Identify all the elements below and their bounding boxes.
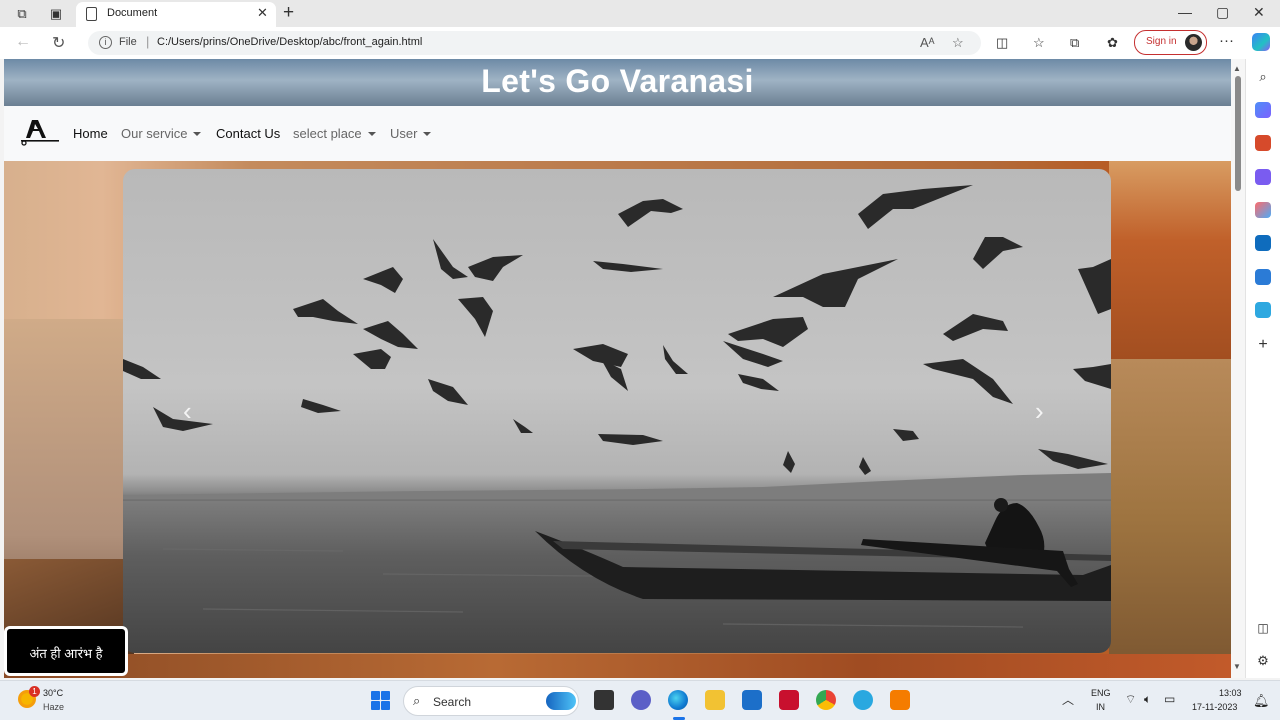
profile-avatar (1185, 34, 1202, 51)
file-explorer-icon[interactable] (705, 690, 725, 710)
wifi-icon[interactable]: ⌔ (1125, 692, 1136, 707)
chevron-down-icon (423, 132, 432, 136)
info-icon[interactable]: i (99, 36, 112, 49)
tab-actions-icon[interactable]: ▣ (47, 5, 65, 23)
url-separator: | (146, 34, 150, 49)
drop-icon[interactable] (1255, 302, 1271, 318)
hide-sidebar-icon[interactable]: ◫ (1255, 620, 1271, 636)
tab-title: Document (107, 7, 158, 19)
nav-our-service-label: Our service (121, 126, 188, 141)
sign-in-label: Sign in (1146, 36, 1177, 47)
back-icon[interactable]: ← (15, 33, 31, 51)
close-window-icon[interactable]: ✕ (1253, 4, 1265, 21)
taskbar-search-label: Search (433, 695, 472, 709)
extensions-icon[interactable]: ✿ (1107, 35, 1118, 51)
nav-select-place[interactable]: select place (293, 126, 376, 141)
address-toolbar: ← ↻ i File | C:/Users/prins/OneDrive/Des… (0, 27, 1280, 59)
teams-chat-icon[interactable] (631, 690, 651, 710)
taskbar-search[interactable]: ⌕ Search (403, 686, 579, 716)
quote-badge: अंत ही आरंभ है (4, 626, 128, 676)
search-icon[interactable]: ⌕ (1255, 69, 1271, 85)
chevron-down-icon (367, 132, 376, 136)
carousel-next-button[interactable]: › (1035, 396, 1044, 427)
sidebar-settings-gear-icon[interactable]: ⚙ (1255, 653, 1271, 669)
background-river-right (1109, 359, 1231, 678)
tools-icon[interactable] (1255, 135, 1271, 151)
search-icon: ⌕ (413, 693, 421, 708)
edge-app-icon[interactable] (668, 690, 688, 710)
carousel-slide-image (123, 185, 1111, 628)
nav-our-service[interactable]: Our service (121, 126, 202, 141)
hero-banner: Let's Go Varanasi (4, 59, 1231, 106)
site-navbar: Home Our service Contact Us select place… (4, 106, 1231, 161)
favorites-icon[interactable]: ☆ (1033, 35, 1045, 51)
task-view-icon[interactable] (594, 690, 614, 710)
weather-badge: 1 (29, 686, 40, 697)
document-icon (86, 7, 97, 21)
url-scheme: File (119, 36, 137, 48)
chevron-down-icon (193, 132, 202, 136)
close-tab-icon[interactable]: ✕ (257, 5, 268, 21)
background-ghats-right (1109, 161, 1231, 361)
url-text[interactable]: C:/Users/prins/OneDrive/Desktop/abc/fron… (157, 36, 422, 48)
minimize-icon[interactable]: — (1178, 4, 1192, 20)
scroll-thumb[interactable] (1235, 76, 1241, 191)
refresh-icon[interactable]: ↻ (52, 33, 65, 53)
clock-date[interactable]: 17-11-2023 (1192, 702, 1237, 712)
browser-tab-bar: ⧉ ▣ Document ✕ + — ▢ ✕ (0, 0, 1280, 27)
browser-sidebar: ⌕ + ◫ ⚙ (1245, 59, 1280, 678)
image-carousel: ‹ › (123, 169, 1111, 653)
sign-in-button[interactable]: Sign in (1134, 30, 1207, 55)
store-icon[interactable] (742, 690, 762, 710)
python-icon[interactable] (853, 690, 873, 710)
workspaces-icon[interactable]: ⧉ (13, 5, 31, 23)
designer-icon[interactable] (1255, 269, 1271, 285)
weather-temperature[interactable]: 30°C (43, 688, 63, 698)
games-icon[interactable] (1255, 169, 1271, 185)
page-scrollbar[interactable]: ▲ ▼ (1231, 59, 1245, 678)
nav-contact-us[interactable]: Contact Us (216, 126, 280, 141)
web-page: Let's Go Varanasi Home Our service Conta… (4, 59, 1231, 678)
notification-bell-icon[interactable]: 🔔︎ (1253, 693, 1270, 709)
scroll-down-icon[interactable]: ▼ (1233, 662, 1241, 671)
copilot-icon[interactable] (1252, 33, 1270, 51)
mcafee-icon[interactable] (779, 690, 799, 710)
shopping-icon[interactable] (1255, 102, 1271, 118)
maximize-icon[interactable]: ▢ (1216, 4, 1229, 21)
split-screen-icon[interactable]: ◫ (996, 35, 1008, 51)
browser-tab[interactable]: Document ✕ (76, 2, 276, 27)
windows-taskbar: 1 30°C Haze ⌕ Search ︿ ENG IN ⌔ 🔈︎ ▭ 13:… (0, 680, 1280, 720)
nav-select-place-label: select place (293, 126, 362, 141)
read-aloud-icon[interactable]: Aᴬ (920, 35, 935, 50)
volume-icon[interactable]: 🔈︎ (1144, 692, 1151, 707)
nav-user-label: User (390, 126, 418, 141)
language-code[interactable]: ENG (1091, 688, 1111, 698)
carousel-prev-button[interactable]: ‹ (183, 396, 192, 427)
scroll-up-icon[interactable]: ▲ (1233, 64, 1241, 73)
show-hidden-icons-chevron-up-icon[interactable]: ︿ (1062, 691, 1074, 708)
favorite-star-icon[interactable]: ☆ (952, 35, 964, 51)
weather-description[interactable]: Haze (43, 702, 64, 712)
quote-text: अंत ही आरंभ है (29, 646, 103, 661)
background-boat-bottom (4, 654, 1231, 678)
outlook-icon[interactable] (1255, 235, 1271, 251)
collections-icon[interactable]: ⧉ (1070, 35, 1079, 51)
start-button-icon[interactable] (371, 691, 390, 710)
microsoft-365-icon[interactable] (1255, 202, 1271, 218)
more-options-icon[interactable]: ··· (1219, 32, 1234, 49)
new-tab-icon[interactable]: + (283, 2, 294, 24)
clock-time[interactable]: 13:03 (1219, 688, 1242, 698)
site-logo[interactable] (18, 116, 62, 148)
address-bar[interactable]: i File | C:/Users/prins/OneDrive/Desktop… (88, 31, 981, 55)
xampp-icon[interactable] (890, 690, 910, 710)
search-highlight-icon (546, 692, 576, 710)
hero-title: Let's Go Varanasi (481, 63, 754, 99)
add-sidebar-app-icon[interactable]: + (1255, 337, 1271, 353)
nav-home[interactable]: Home (73, 126, 108, 141)
nav-user[interactable]: User (390, 126, 432, 141)
language-region[interactable]: IN (1096, 702, 1105, 712)
battery-icon[interactable]: ▭ (1164, 692, 1175, 706)
chrome-icon[interactable] (816, 690, 836, 710)
